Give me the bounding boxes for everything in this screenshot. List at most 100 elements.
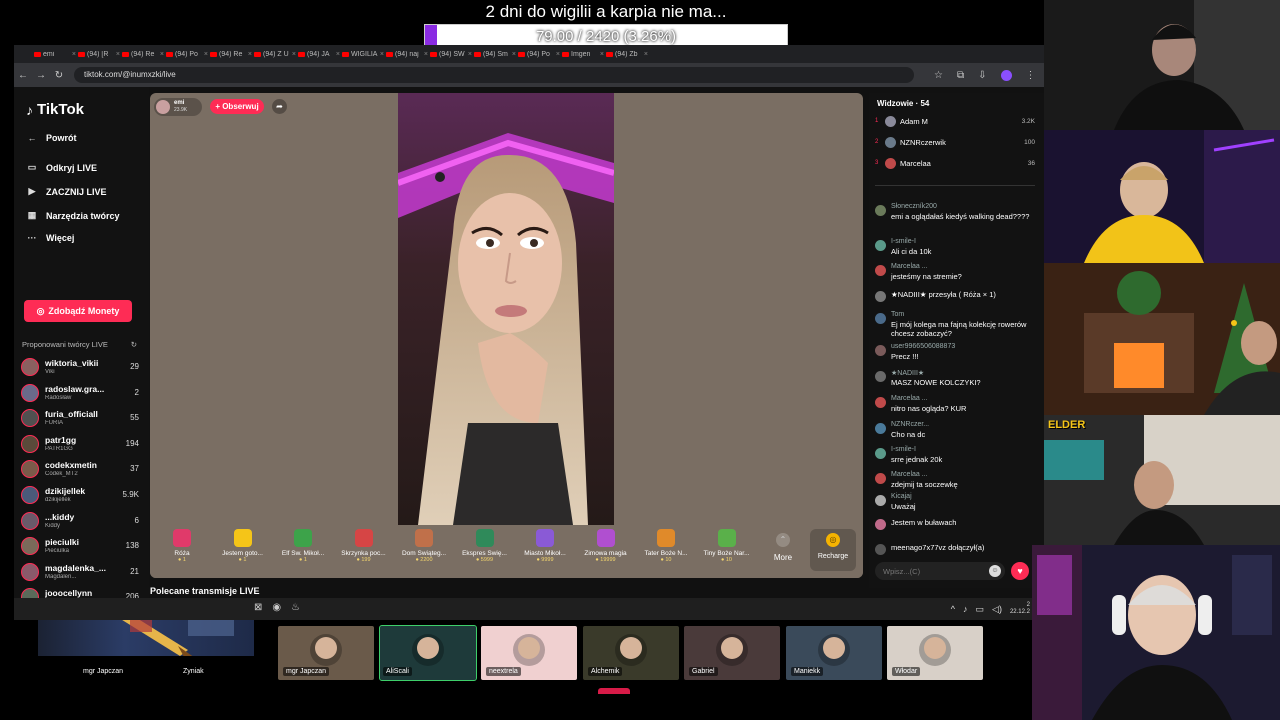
suggested-creator[interactable]: dzikijellek dzikijellek 5.9K [21, 483, 139, 507]
browser-tab[interactable]: (94) Po × [166, 51, 208, 58]
gift-name: Dom Świąteg... [401, 550, 447, 557]
close-tab-icon[interactable]: × [556, 51, 560, 58]
chat-avatar [875, 291, 886, 302]
close-tab-icon[interactable]: × [72, 51, 76, 58]
browser-tab[interactable]: (94) Po × [518, 51, 560, 58]
suggested-creator[interactable]: furia_officiall FURIA 55 [21, 406, 139, 430]
browser-tab[interactable]: Imgen × [562, 51, 604, 58]
suggested-creator[interactable]: pieciulki Pieciulka 138 [21, 534, 139, 558]
close-tab-icon[interactable]: × [424, 51, 428, 58]
creator-name: pieciulki [45, 537, 80, 548]
browser-tab[interactable]: (94) Z U × [254, 51, 296, 58]
browser-tab[interactable]: (94) naj × [386, 51, 428, 58]
browser-tab[interactable]: (94) JA × [298, 51, 340, 58]
close-tab-icon[interactable]: × [204, 51, 208, 58]
close-tab-icon[interactable]: × [644, 51, 648, 58]
viewers-count[interactable]: Widzowie · 54 [877, 99, 929, 108]
back-arrow-icon[interactable]: ← [14, 70, 32, 81]
forward-arrow-icon[interactable]: → [32, 70, 50, 81]
close-tab-icon[interactable]: × [512, 51, 516, 58]
volume-icon[interactable]: ◁) [992, 604, 1002, 615]
refresh-icon[interactable]: ↻ [131, 340, 137, 349]
top-viewer[interactable]: 1 Adam M 3.2K [875, 113, 1035, 129]
gift-item[interactable]: Zimowa magia ● 19999 [578, 529, 634, 563]
reload-icon[interactable]: ↻ [50, 70, 68, 81]
suggested-creator[interactable]: radoslaw.gra... Radosław 2 [21, 381, 139, 405]
browser-tab[interactable]: (94) Re × [210, 51, 252, 58]
mic-icon[interactable]: ♪ [963, 604, 968, 614]
browser-tab[interactable]: (94) Zb × [606, 51, 648, 58]
viewer-score: 100 [1024, 138, 1035, 146]
browser-tab[interactable]: (94) SW × [430, 51, 472, 58]
gift-price: ● 5999 [475, 557, 494, 563]
chat-text: Precz !!! [891, 352, 919, 361]
browser-tab[interactable]: (94) Re × [122, 51, 164, 58]
close-tab-icon[interactable]: × [292, 51, 296, 58]
top-viewer[interactable]: 2 NZNRczerwik 100 [875, 134, 1035, 150]
menu-more[interactable]: ··· Więcej [26, 233, 75, 243]
gift-item[interactable]: Miasto Mikoł... ● 9999 [517, 529, 573, 563]
get-coins-button[interactable]: ◎ Zdobądź Monety [24, 300, 132, 322]
gift-item[interactable]: Tater Boże N... ● 10 [638, 529, 694, 563]
suggested-creator[interactable]: magdalenka_... Magdalen... 21 [21, 560, 139, 584]
creator-avatar [21, 460, 39, 479]
menu-discover-live[interactable]: ▭ Odkryj LIVE [26, 162, 97, 173]
browser-tab[interactable]: WIGILIA × [342, 51, 384, 58]
chat-username: Tom [891, 311, 905, 318]
close-tab-icon[interactable]: × [160, 51, 164, 58]
live-video[interactable] [398, 93, 614, 525]
creator-avatar [21, 511, 39, 530]
extensions-icon[interactable]: ⧉ [957, 70, 964, 81]
heart-icon[interactable]: ♥ [1011, 562, 1029, 580]
gift-item[interactable]: Skrzynka poc... ● 199 [336, 529, 392, 563]
browser-tab[interactable]: (94) [R × [78, 51, 120, 58]
top-viewer[interactable]: 3 Marcelaa 36 [875, 155, 1035, 171]
tray-chevron-icon[interactable]: ^ [951, 604, 955, 614]
host-info[interactable]: emi 23.9K [154, 98, 202, 116]
webcam-4-image [1044, 415, 1280, 545]
browser-tab[interactable]: emi × [34, 51, 76, 58]
emoji-icon[interactable]: ☺ [989, 565, 1001, 577]
suggested-creator[interactable]: ...kiddy Kiddy 6 [21, 509, 139, 533]
suggested-creator[interactable]: codekxmetin Codek_MT2 37 [21, 457, 139, 481]
tiktok-logo[interactable]: ♪ TikTok [26, 101, 84, 118]
obs-app-icon[interactable]: ◉ [272, 602, 281, 613]
menu-dots-icon[interactable]: ⋮ [1026, 70, 1036, 81]
menu-back[interactable]: ← Powrót [26, 133, 77, 143]
menu-go-live[interactable]: ▶ ZACZNIJ LIVE [26, 186, 107, 197]
close-tab-icon[interactable]: × [248, 51, 252, 58]
url-input[interactable]: tiktok.com/@inumxzki/live [74, 67, 914, 83]
profile-avatar[interactable] [1000, 69, 1012, 81]
system-clock[interactable]: 2 22.12.2 [1010, 602, 1030, 616]
gift-item[interactable]: Jestem goto... ● 1 [215, 529, 271, 563]
network-icon[interactable]: ▭ [976, 604, 985, 615]
suggested-creator[interactable]: patr1gg PATR1GG 194 [21, 432, 139, 456]
gift-item[interactable]: Elf Św. Mikoł... ● 1 [275, 529, 331, 563]
more-gifts-label: More [773, 553, 793, 562]
close-tab-icon[interactable]: × [116, 51, 120, 58]
share-icon[interactable]: ➦ [272, 99, 287, 114]
gift-item[interactable]: Ekspres Świę... ● 5999 [457, 529, 513, 563]
close-tab-icon[interactable]: × [380, 51, 384, 58]
steam-app-icon[interactable]: ♨ [291, 602, 300, 613]
browser-tab[interactable]: (94) Sm × [474, 51, 516, 58]
creator-viewer-count: 55 [130, 413, 139, 423]
more-gifts-button[interactable]: ⌃ More [770, 533, 796, 562]
bookmark-star-icon[interactable]: ☆ [934, 70, 943, 81]
terminal-app-icon[interactable]: ⊠ [254, 602, 262, 613]
close-tab-icon[interactable]: × [600, 51, 604, 58]
suggested-creator[interactable]: wiktoria_vikii Viki 29 [21, 355, 139, 379]
close-tab-icon[interactable]: × [336, 51, 340, 58]
suggested-creator[interactable]: jooocellynnJocelyn206 [21, 585, 139, 598]
os-taskbar: ⊠ ◉ ♨ ^ ♪ ▭ ◁) 2 22.12.2 [14, 598, 1044, 620]
recharge-button[interactable]: ◎ Recharge [810, 529, 856, 571]
close-tab-icon[interactable]: × [468, 51, 472, 58]
menu-creator-tools[interactable]: ▦ Narzędzia twórcy [26, 210, 120, 221]
gift-item[interactable]: Dom Świąteg... ● 2200 [396, 529, 452, 563]
gift-price-value: 1 [243, 557, 247, 563]
follow-button[interactable]: + Obserwuj [210, 99, 264, 114]
downloads-icon[interactable]: ⇩ [978, 70, 986, 81]
gift-item[interactable]: Tiny Boże Nar... ● 10 [699, 529, 755, 563]
gift-item[interactable]: Róża ● 1 [154, 529, 210, 563]
chat-input[interactable]: Wpisz...(C) [875, 562, 1005, 580]
